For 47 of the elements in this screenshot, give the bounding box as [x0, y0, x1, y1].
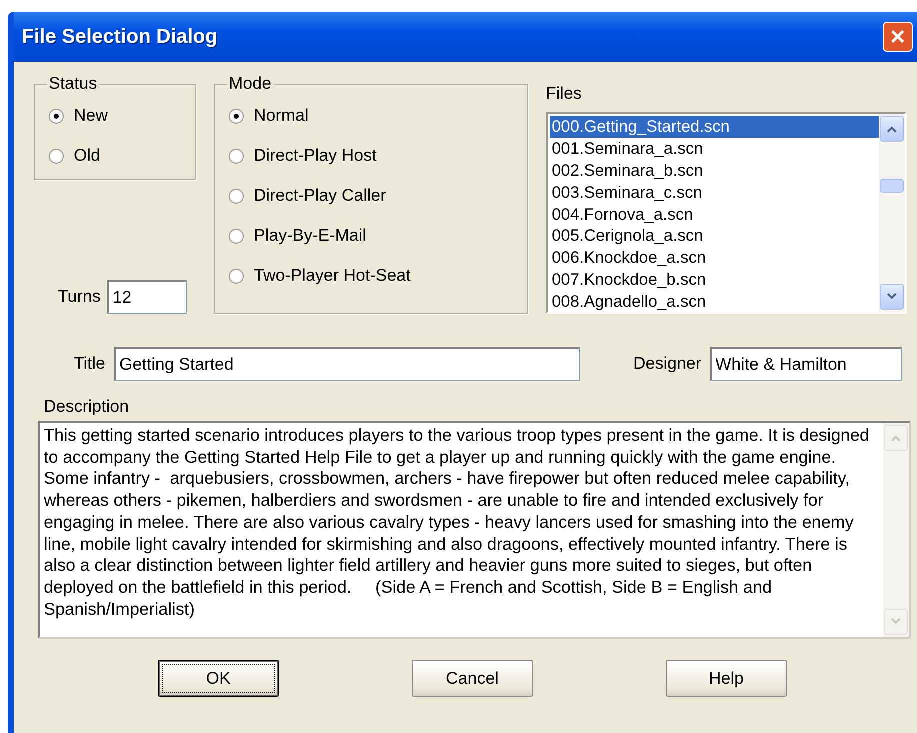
radio-option[interactable]: Direct-Play Host [229, 136, 527, 176]
radio-option[interactable]: Two-Player Hot-Seat [229, 256, 527, 296]
field-label: Files [546, 84, 583, 104]
radio-button[interactable] [229, 188, 244, 204]
field-label: Description [44, 397, 130, 417]
file-item[interactable]: 004.Fornova_a.scn [550, 204, 879, 226]
file-item[interactable]: 003.Seminara_c.scn [550, 182, 879, 204]
scroll-down-icon [890, 618, 902, 626]
field-label: Title [74, 354, 106, 374]
file-item[interactable]: 008.Agnadello_a.scn [550, 291, 879, 312]
radio-button[interactable] [229, 148, 244, 164]
files-list[interactable]: 000.Getting_Started.scn 001.Seminara_a.scn 002.Seminara_b.scn 003.Seminara_c.scn 004.Fornova_a.scn 005.Cerignola_a.scn 006.Knockdoe_a.scn 007.Knockdoe_b.scn 008.Agnadello_a.scn [546, 112, 907, 314]
radio-button[interactable] [229, 108, 244, 124]
dialog-button[interactable]: Cancel [412, 660, 533, 697]
turns-field[interactable]: 12 [106, 280, 187, 314]
radio-option[interactable]: Old [49, 136, 195, 176]
file-item[interactable]: 006.Knockdoe_a.scn [550, 247, 879, 270]
field-label: Turns [58, 287, 101, 307]
title-field[interactable]: Getting Started [114, 347, 580, 381]
scroll-down-icon [886, 293, 898, 301]
file-item[interactable]: 005.Cerignola_a.scn [550, 225, 879, 248]
file-item[interactable]: 007.Knockdoe_b.scn [550, 269, 879, 292]
scrollbar[interactable] [879, 114, 905, 312]
radio-option[interactable]: New [49, 96, 195, 136]
radio-option[interactable]: Direct-Play Caller [229, 176, 527, 216]
close-button[interactable]: ✕ [883, 22, 913, 52]
scroll-up-icon [890, 434, 902, 442]
file-item[interactable]: 001.Seminara_a.scn [550, 138, 879, 160]
dialog-button[interactable]: OK [158, 660, 279, 697]
file-item[interactable]: 000.Getting_Started.scn [550, 116, 879, 138]
designer-field[interactable]: White & Hamilton [710, 347, 902, 381]
radio-button[interactable] [229, 228, 244, 244]
file-item[interactable]: 002.Seminara_b.scn [550, 160, 879, 182]
window-title: File Selection Dialog [22, 26, 218, 48]
radio-button[interactable] [229, 268, 244, 284]
radio-button[interactable] [49, 108, 64, 124]
dialog-button[interactable]: Help [666, 660, 787, 697]
radio-option[interactable]: Play-By-E-Mail [229, 216, 527, 256]
scroll-thumb[interactable] [880, 179, 904, 193]
scroll-up-icon [886, 125, 898, 133]
field-label: Designer [634, 354, 702, 374]
group-label: Status [48, 74, 98, 94]
group-label: Mode [228, 74, 273, 94]
scrollbar[interactable] [883, 423, 909, 637]
description-field[interactable]: This getting started scenario introduces players to the various troop types present in the game. It is designed to accompany the Getting Started Help File to get a player up and running quickly with the game engine. Some infantry - arquebusiers, crossbowmen, archers - have firepower but often reduced melee capability, whereas others - pikemen, halberdiers and swordsmen - are unable to fire and intended exclusively for engaging in melee. There are also various cavalry types - heavy lancers used for smashing into the enemy line, mobile light cavalry intended for skirmishing and also dragoons, effectively mounted infantry. There is also a clear distinction between lighter field artillery and heavier guns more suited to sieges, but often deployed on the battlefield in this period. (Side A = French and Scottish, Side B = English and Spanish/Imperialist) [38, 421, 911, 639]
radio-option[interactable]: Normal [229, 96, 527, 136]
radio-button[interactable] [49, 148, 64, 164]
